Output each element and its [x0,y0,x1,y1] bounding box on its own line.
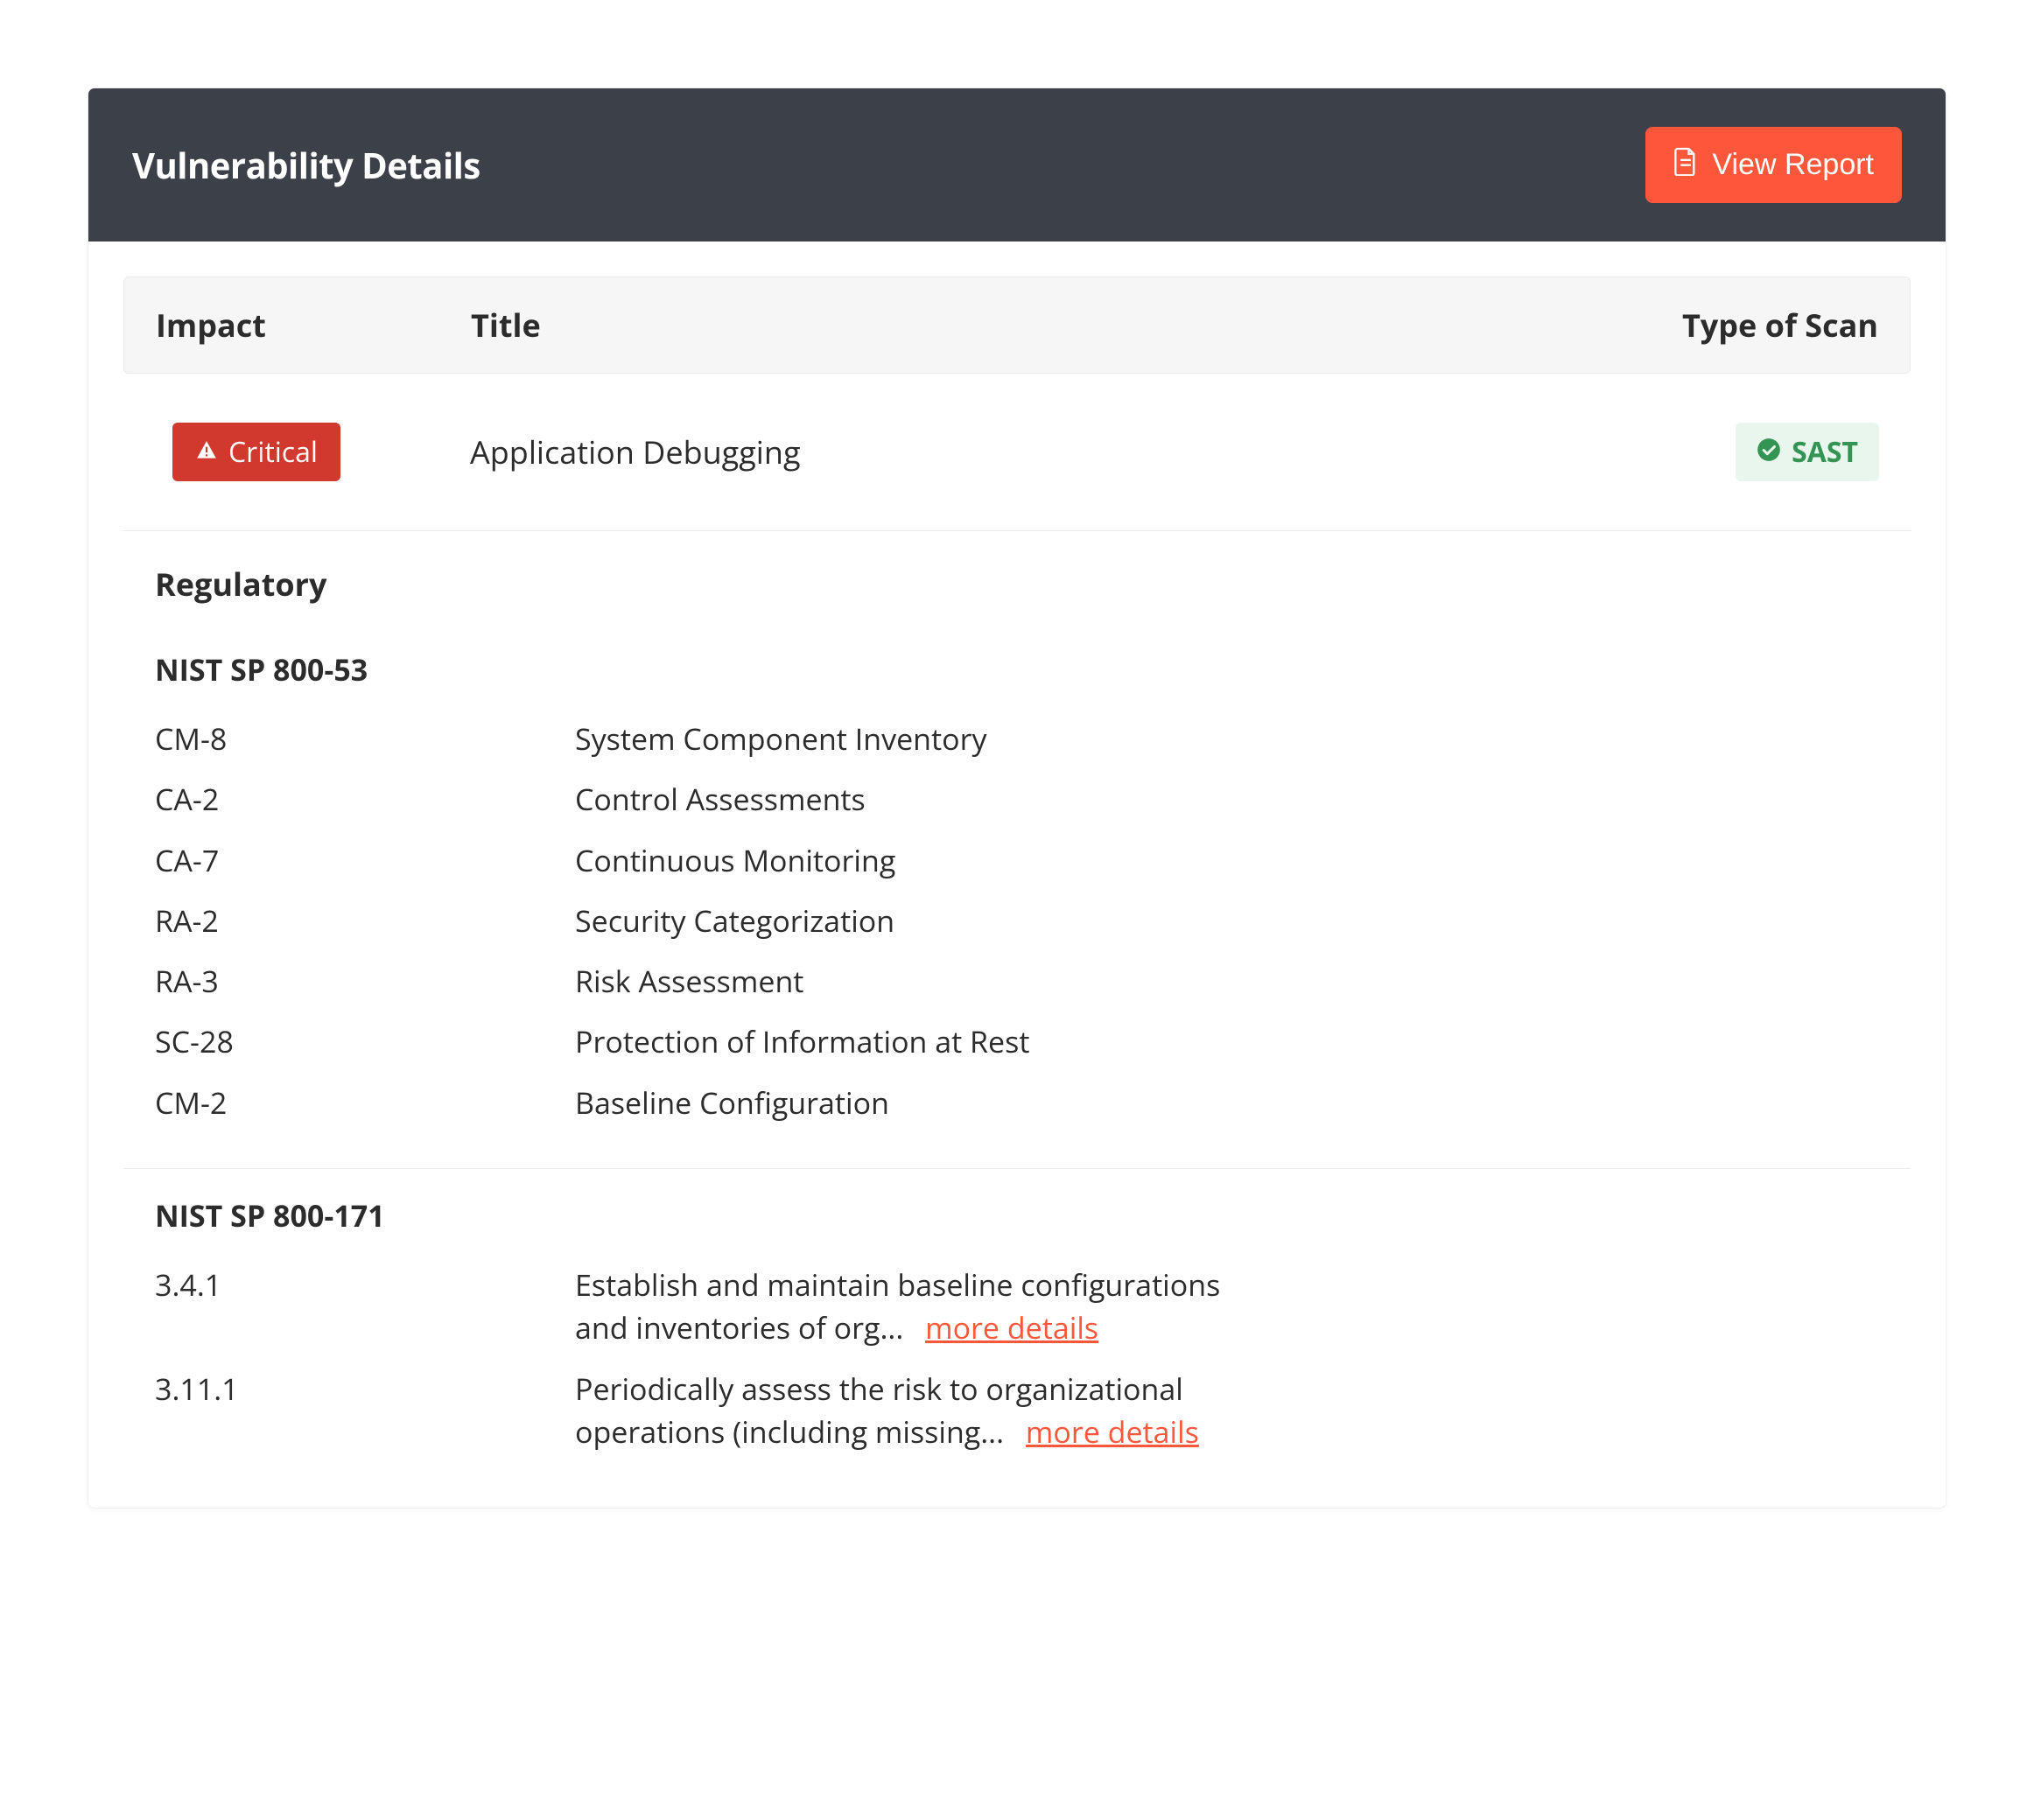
regulatory-group: NIST SP 800-1713.4.1Establish and mainta… [123,1169,1911,1473]
regulatory-code: 3.11.1 [155,1368,575,1454]
vulnerability-row: Critical Application Debugging SAST [123,374,1911,531]
regulatory-code: CM-2 [155,1082,575,1124]
regulatory-description: Periodically assess the risk to organiza… [575,1368,1275,1454]
regulatory-description: Continuous Monitoring [575,839,1275,882]
regulatory-code: RA-3 [155,960,575,1003]
regulatory-description: Baseline Configuration [575,1082,1275,1124]
regulatory-description: Protection of Information at Rest [575,1020,1275,1063]
regulatory-group-heading: NIST SP 800-171 [155,1169,1879,1255]
regulatory-description: Establish and maintain baseline configur… [575,1264,1275,1350]
regulatory-code: SC-28 [155,1020,575,1063]
header-type: Type of Scan [1616,304,1878,346]
regulatory-row: RA-3Risk Assessment [155,951,1879,1012]
regulatory-row: CA-7Continuous Monitoring [155,830,1879,891]
regulatory-group: NIST SP 800-53CM-8System Component Inven… [123,623,1911,1169]
card-header: Vulnerability Details View Report [88,88,1946,242]
regulatory-description: System Component Inventory [575,718,1275,760]
scan-type-label: SAST [1792,433,1858,471]
table-header: Impact Title Type of Scan [123,276,1911,374]
regulatory-section-title: Regulatory [123,531,1911,623]
more-details-link[interactable]: more details [1026,1411,1199,1452]
impact-label: Critical [228,433,318,471]
regulatory-row: 3.11.1Periodically assess the risk to or… [155,1359,1879,1463]
vulnerability-title: Application Debugging [470,430,1617,473]
impact-badge-critical: Critical [172,423,340,481]
regulatory-row: 3.4.1Establish and maintain baseline con… [155,1255,1879,1359]
header-impact: Impact [156,304,471,346]
regulatory-code: CM-8 [155,718,575,760]
scan-type-badge: SAST [1736,423,1879,481]
regulatory-description: Risk Assessment [575,960,1275,1003]
view-report-button[interactable]: View Report [1645,127,1902,203]
vulnerability-details-card: Vulnerability Details View Report Impact… [88,88,1946,1508]
more-details-link[interactable]: more details [925,1307,1098,1348]
regulatory-row: RA-2Security Categorization [155,891,1879,951]
regulatory-code: CA-7 [155,839,575,882]
document-icon [1673,146,1698,184]
card-body: Impact Title Type of Scan Critical A [88,242,1946,1508]
view-report-label: View Report [1712,148,1874,182]
regulatory-description: Security Categorization [575,900,1275,942]
regulatory-code: RA-2 [155,900,575,942]
regulatory-group-heading: NIST SP 800-53 [155,623,1879,709]
check-circle-icon [1757,433,1781,471]
regulatory-row: CA-2Control Assessments [155,769,1879,830]
regulatory-row: CM-8System Component Inventory [155,709,1879,769]
regulatory-row: SC-28Protection of Information at Rest [155,1012,1879,1072]
page-title: Vulnerability Details [132,141,480,189]
warning-icon [195,433,218,471]
header-title: Title [471,304,1616,346]
regulatory-description: Control Assessments [575,778,1275,821]
regulatory-code: 3.4.1 [155,1264,575,1350]
regulatory-row: CM-2Baseline Configuration [155,1073,1879,1133]
regulatory-code: CA-2 [155,778,575,821]
